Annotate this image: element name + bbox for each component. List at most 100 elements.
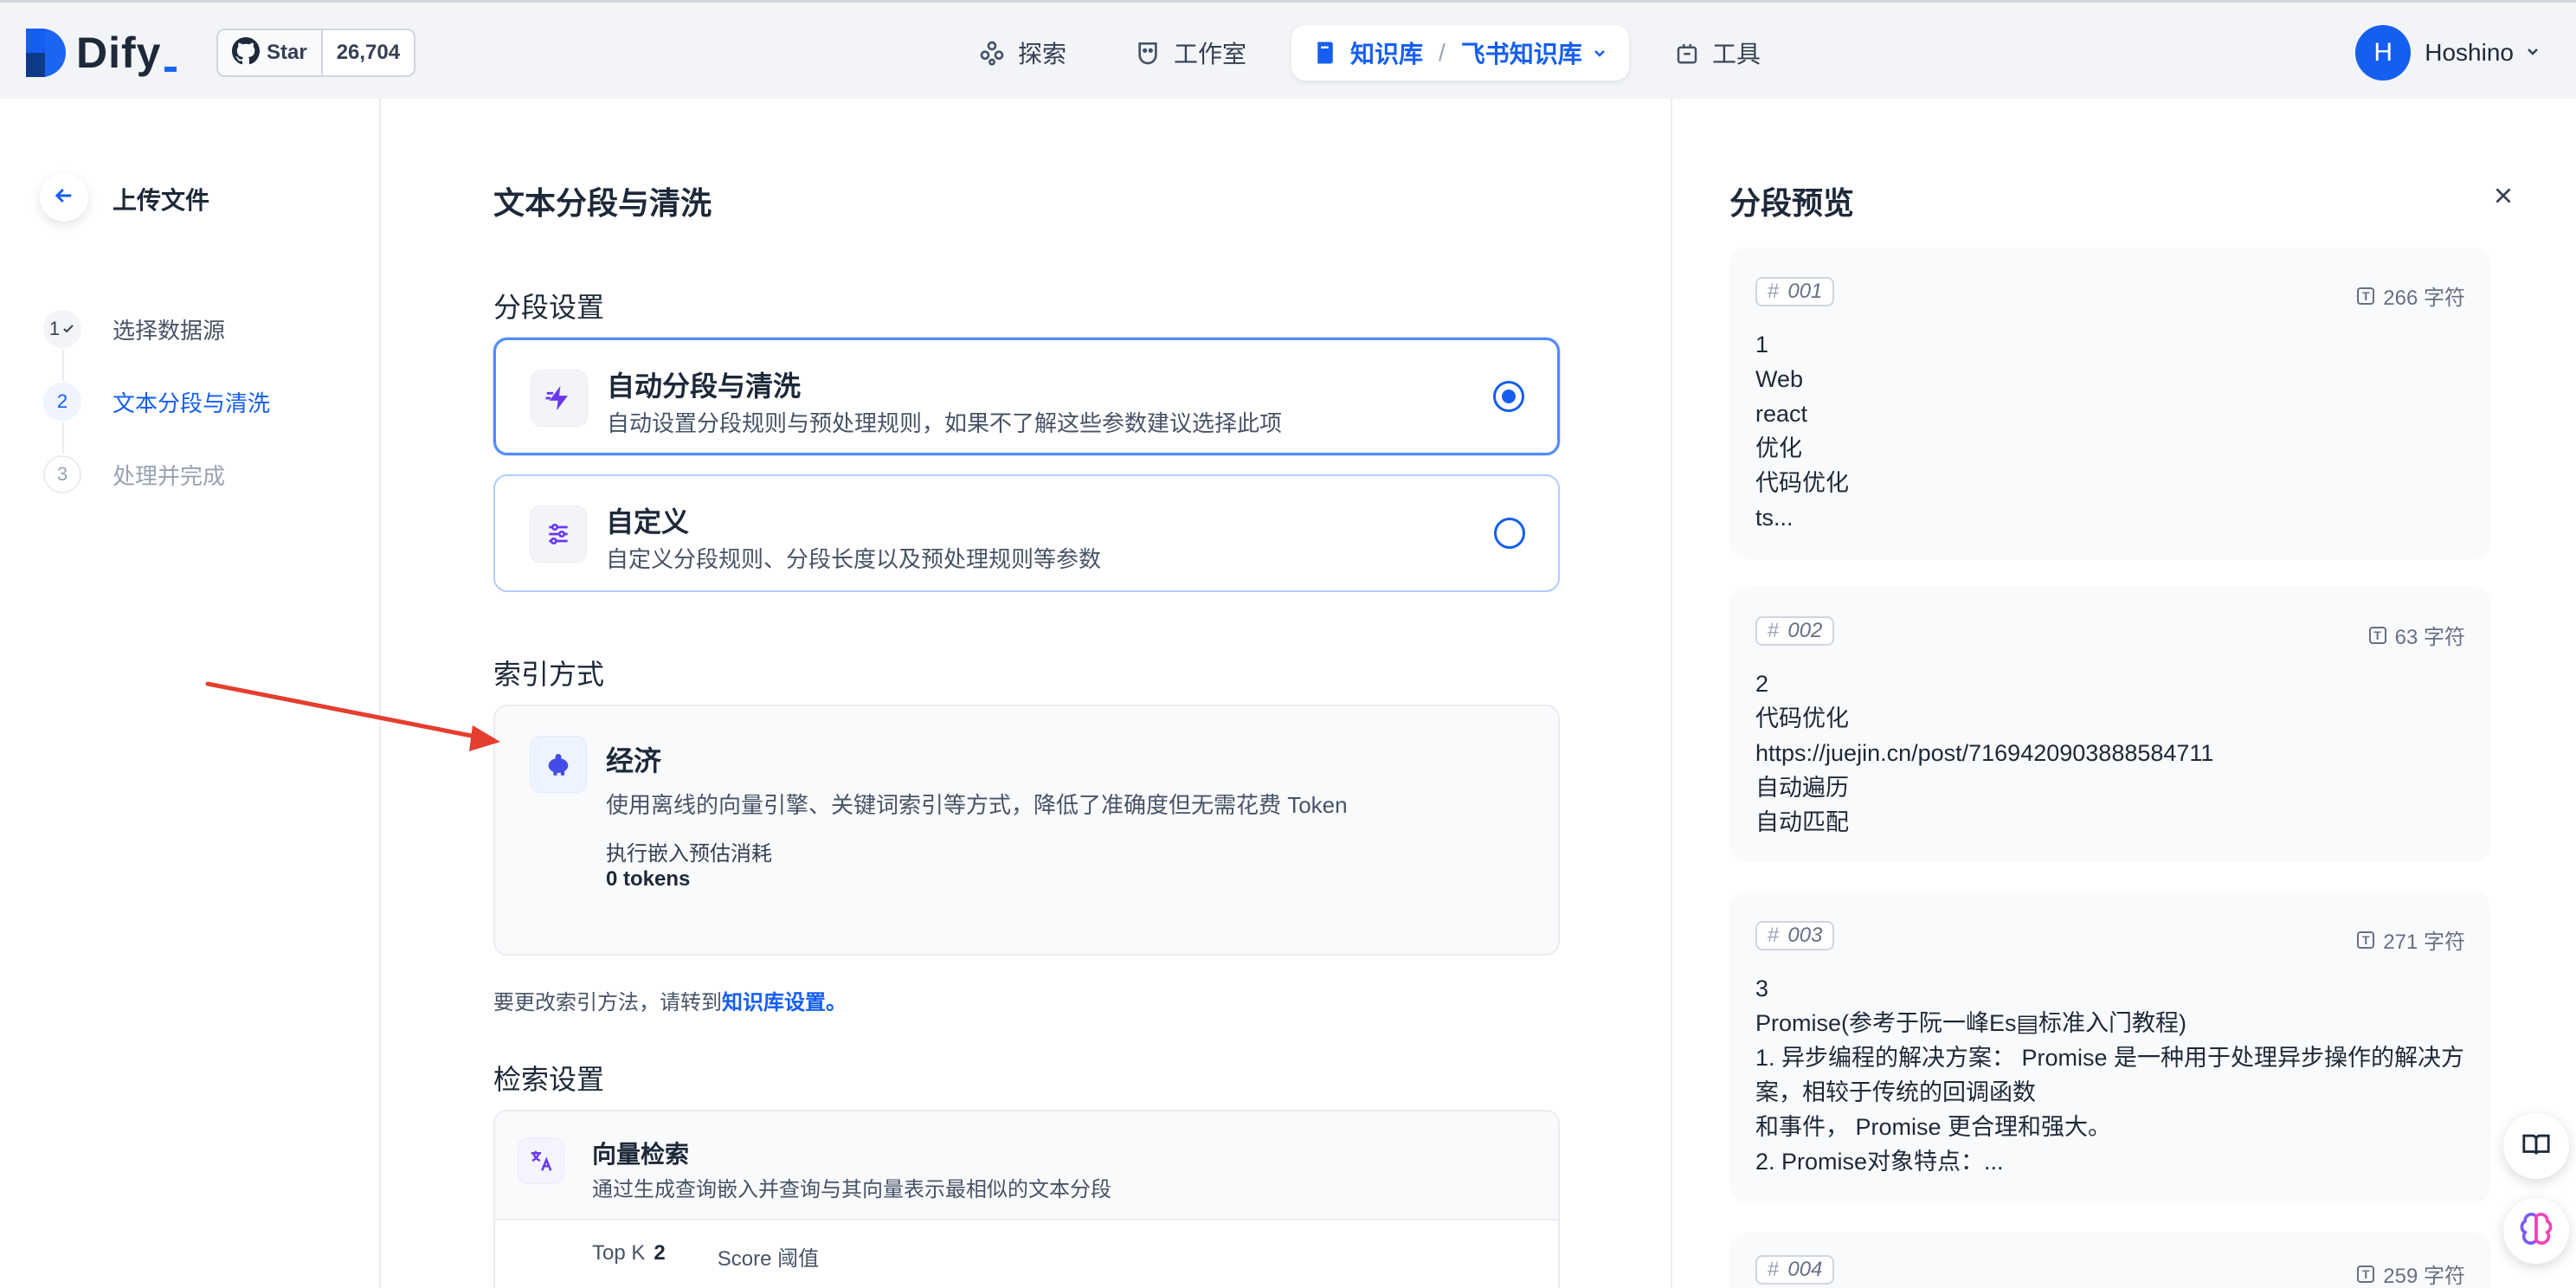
topk-label: Top K bbox=[592, 1241, 646, 1265]
step-label: 选择数据源 bbox=[113, 317, 226, 344]
arrow-left-icon bbox=[52, 184, 76, 212]
embedding-cost-value: 0 tokens bbox=[606, 867, 691, 891]
segment-content: 1 Web react 优化 代码优化 ts... bbox=[1755, 332, 1849, 531]
sliders-icon bbox=[530, 506, 587, 563]
close-button[interactable] bbox=[2488, 182, 2519, 213]
preview-title: 分段预览 bbox=[1729, 185, 1855, 221]
segment-id: #003 bbox=[1755, 921, 1835, 950]
topk-value[interactable]: 2 bbox=[654, 1241, 665, 1272]
user-name: Hoshino bbox=[2425, 39, 2514, 66]
step-label: 文本分段与清洗 bbox=[113, 390, 271, 416]
segment-content: 2 代码优化 https://juejin.cn/post/7169420903… bbox=[1755, 671, 2214, 835]
nav-explore[interactable]: 探索 bbox=[978, 25, 1066, 80]
vector-search-icon bbox=[518, 1137, 564, 1184]
sidebar-title: 上传文件 bbox=[113, 187, 210, 214]
step-connector bbox=[62, 422, 64, 454]
text-icon: T bbox=[2357, 931, 2375, 949]
step-select-source[interactable]: 1 选择数据源 bbox=[43, 310, 225, 348]
segment-content: 3 Promise(参考于阮一峰Es▤标准入门教程) 1. 异步编程的解决方案：… bbox=[1755, 976, 2465, 1175]
chevron-down-icon bbox=[1591, 44, 1608, 61]
retrieval-desc: 通过生成查询嵌入并查询与其向量表示最相似的文本分段 bbox=[592, 1178, 1111, 1201]
avatar: H bbox=[2355, 25, 2412, 80]
assistant-button[interactable] bbox=[2503, 1198, 2569, 1264]
nav-knowledge-label: 知识库 bbox=[1350, 41, 1424, 68]
github-star-label: Star bbox=[267, 41, 307, 64]
segment-char-count: T 259 字符 bbox=[2357, 1259, 2465, 1288]
step-label: 处理并完成 bbox=[113, 462, 226, 489]
step-number: 2 bbox=[43, 383, 81, 421]
lightning-icon bbox=[531, 370, 588, 427]
retrieval-params: Top K 2 Score 阈值 bbox=[592, 1241, 819, 1272]
piggy-bank-icon bbox=[530, 736, 587, 793]
option-desc: 自定义分段规则、分段长度以及预处理规则等参数 bbox=[606, 546, 1102, 572]
segment-settings-heading: 分段设置 bbox=[493, 292, 605, 323]
segment-card[interactable]: #002 T 63 字符 2 代码优化 https://juejin.cn/pos… bbox=[1729, 587, 2491, 862]
segment-char-count: T 271 字符 bbox=[2357, 924, 2465, 955]
segment-id: #002 bbox=[1755, 616, 1835, 646]
index-mode-desc: 使用离线的向量引擎、关键词索引等方式，降低了准确度但无需花费 Token bbox=[606, 792, 1348, 818]
book-open-icon bbox=[2521, 1130, 2551, 1163]
option-custom[interactable]: 自定义 自定义分段规则、分段长度以及预处理规则等参数 bbox=[493, 474, 1560, 592]
github-icon bbox=[232, 36, 260, 69]
text-icon: T bbox=[2368, 626, 2386, 644]
dify-logo-mark bbox=[26, 29, 66, 77]
vector-search-card[interactable]: 向量检索 通过生成查询嵌入并查询与其向量表示最相似的文本分段 Top K 2 S… bbox=[493, 1110, 1560, 1288]
logo-text: Dify bbox=[76, 29, 162, 77]
tools-icon bbox=[1674, 40, 1700, 66]
dify-logo[interactable]: Dify bbox=[26, 29, 177, 77]
user-menu[interactable]: H Hoshino bbox=[2355, 25, 2541, 80]
github-star-button[interactable]: Star 26,704 bbox=[216, 29, 416, 77]
logo-dot bbox=[164, 67, 177, 72]
retrieval-title: 向量检索 bbox=[592, 1141, 690, 1168]
studio-icon bbox=[1134, 39, 1162, 67]
option-desc: 自动设置分段规则与预处理规则，如果不了解这些参数建议选择此项 bbox=[607, 410, 1283, 436]
nav-tools-label: 工具 bbox=[1712, 41, 1761, 68]
segment-id: #004 bbox=[1755, 1255, 1835, 1285]
segment-char-count: T 266 字符 bbox=[2357, 280, 2465, 311]
segment-card[interactable]: #004 T 259 字符 bbox=[1729, 1233, 2491, 1288]
retrieval-heading: 检索设置 bbox=[493, 1064, 605, 1095]
step-number: 1 bbox=[43, 310, 81, 348]
segment-preview-panel: 分段预览 #001 T 266 字符 1 Web react 优化 代码优化 ts… bbox=[1671, 99, 2576, 1288]
brain-icon bbox=[2517, 1210, 2555, 1253]
segment-card[interactable]: #001 T 266 字符 1 Web react 优化 代码优化 ts... bbox=[1729, 248, 2491, 559]
option-auto-segment[interactable]: 自动分段与清洗 自动设置分段规则与预处理规则，如果不了解这些参数建议选择此项 bbox=[493, 338, 1560, 455]
nav-knowledge[interactable]: 知识库 / 飞书知识库 bbox=[1291, 25, 1629, 80]
nav-studio-label: 工作室 bbox=[1174, 41, 1247, 68]
text-icon: T bbox=[2357, 287, 2375, 305]
segment-card[interactable]: #003 T 271 字符 3 Promise(参考于阮一峰Es▤标准入门教程) … bbox=[1729, 892, 2491, 1203]
docs-button[interactable] bbox=[2503, 1113, 2569, 1179]
nav-explore-label: 探索 bbox=[1018, 41, 1067, 68]
close-icon bbox=[2492, 184, 2515, 211]
option-title: 自动分段与清洗 bbox=[607, 370, 802, 402]
nav-tools[interactable]: 工具 bbox=[1674, 25, 1761, 80]
check-icon bbox=[61, 322, 75, 336]
embedding-cost-label: 执行嵌入预估消耗 bbox=[606, 842, 772, 866]
nav-separator: / bbox=[1439, 39, 1446, 66]
page-title: 文本分段与清洗 bbox=[493, 185, 712, 221]
chevron-down-icon bbox=[2524, 42, 2541, 64]
score-threshold-label: Score 阈值 bbox=[717, 1247, 820, 1271]
explore-icon bbox=[978, 39, 1006, 67]
index-mode-title: 经济 bbox=[606, 745, 662, 776]
annotation-arrow bbox=[205, 681, 500, 751]
top-header: Dify Star 26,704 探索 工作室 知识库 / 飞书知识库 工具 H… bbox=[0, 0, 2576, 99]
knowledge-settings-link[interactable]: 知识库设置。 bbox=[722, 991, 847, 1014]
segment-char-count: T 63 字符 bbox=[2368, 620, 2465, 650]
book-icon bbox=[1312, 40, 1338, 66]
index-economy-card[interactable]: 经济 使用离线的向量引擎、关键词索引等方式，降低了准确度但无需花费 Token … bbox=[493, 705, 1560, 956]
segment-id: #001 bbox=[1755, 277, 1835, 306]
step-text-segment[interactable]: 2 文本分段与清洗 bbox=[43, 383, 270, 421]
step-process-finish: 3 处理并完成 bbox=[43, 455, 225, 493]
option-title: 自定义 bbox=[606, 506, 690, 538]
main-panel: 文本分段与清洗 分段设置 自动分段与清洗 自动设置分段规则与预处理规则，如果不了… bbox=[383, 99, 1671, 1288]
radio-unselected[interactable] bbox=[1494, 518, 1525, 549]
text-icon: T bbox=[2357, 1265, 2375, 1283]
index-change-note: 要更改索引方法，请转到知识库设置。 bbox=[493, 991, 847, 1014]
nav-studio[interactable]: 工作室 bbox=[1134, 25, 1246, 80]
radio-selected[interactable] bbox=[1493, 381, 1524, 412]
step-number: 3 bbox=[43, 455, 81, 493]
back-button[interactable] bbox=[40, 173, 88, 222]
step-connector bbox=[62, 350, 64, 381]
knowledge-dropdown[interactable]: 飞书知识库 bbox=[1461, 35, 1582, 70]
